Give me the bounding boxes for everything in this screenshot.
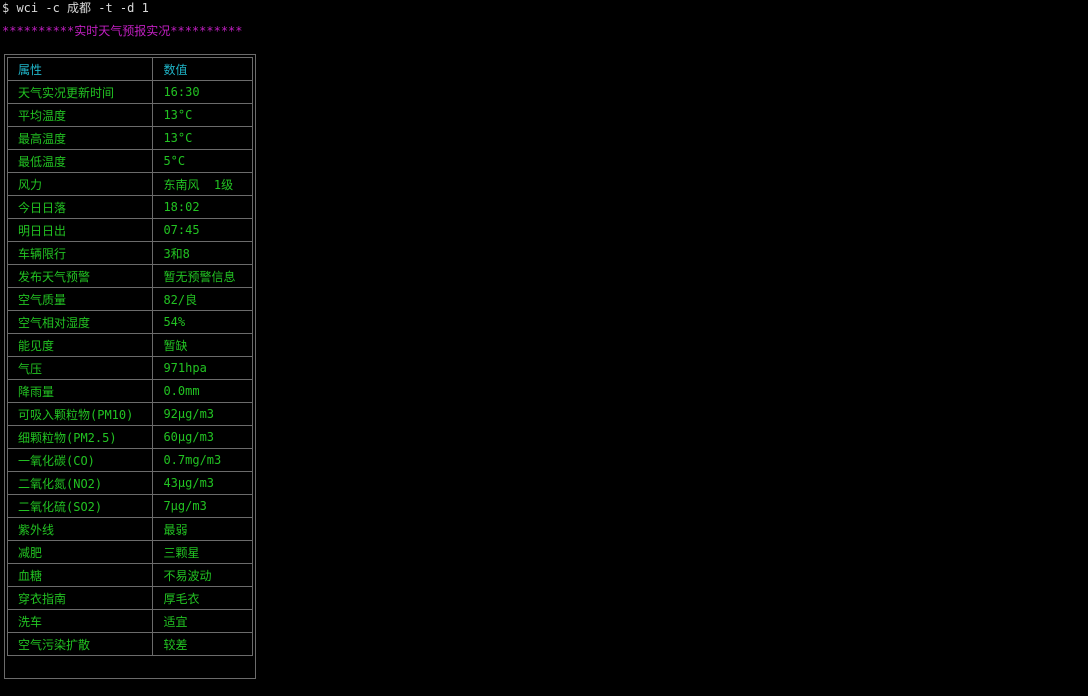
row-value: 54% xyxy=(152,310,253,334)
table-row: 紫外线 最弱 xyxy=(6,517,253,541)
row-value: 东南风 1级 xyxy=(152,172,253,196)
row-value: 92μg/m3 xyxy=(152,402,253,426)
row-attribute: 能见度 xyxy=(6,333,154,357)
row-value: 暂无预警信息 xyxy=(152,264,253,288)
table-row: 明日日出 07:45 xyxy=(6,218,253,242)
table-row: 空气相对湿度 54% xyxy=(6,310,253,334)
row-value: 7μg/m3 xyxy=(152,494,253,518)
table-row: 空气质量 82/良 xyxy=(6,287,253,311)
row-attribute: 空气相对湿度 xyxy=(6,310,154,334)
row-value: 三颗星 xyxy=(152,540,253,564)
table-row: 血糖 不易波动 xyxy=(6,563,253,587)
row-attribute: 发布天气预警 xyxy=(6,264,154,288)
row-attribute: 可吸入颗粒物(PM10) xyxy=(6,402,154,426)
row-value: 0.0mm xyxy=(152,379,253,403)
row-attribute: 今日日落 xyxy=(6,195,154,219)
row-value: 18:02 xyxy=(152,195,253,219)
table-row: 能见度 暂缺 xyxy=(6,333,253,357)
weather-table: 属性 数值 天气实况更新时间 16:30 平均温度 13°C 最高温度 13°C 最低温度 5… xyxy=(6,57,253,656)
table-row: 一氧化碳(CO) 0.7mg/m3 xyxy=(6,448,253,472)
table-row: 最高温度 13°C xyxy=(6,126,253,150)
row-attribute: 空气污染扩散 xyxy=(6,632,154,656)
table-row: 气压 971hpa xyxy=(6,356,253,380)
row-attribute: 降雨量 xyxy=(6,379,154,403)
row-value: 厚毛衣 xyxy=(152,586,253,610)
row-value: 适宜 xyxy=(152,609,253,633)
row-attribute: 气压 xyxy=(6,356,154,380)
row-attribute: 明日日出 xyxy=(6,218,154,242)
row-attribute: 细颗粒物(PM2.5) xyxy=(6,425,154,449)
table-row: 发布天气预警 暂无预警信息 xyxy=(6,264,253,288)
table-row: 降雨量 0.0mm xyxy=(6,379,253,403)
row-value: 43μg/m3 xyxy=(152,471,253,495)
row-attribute: 最低温度 xyxy=(6,149,154,173)
row-attribute: 车辆限行 xyxy=(6,241,154,265)
row-value: 0.7mg/m3 xyxy=(152,448,253,472)
row-value: 5°C xyxy=(152,149,253,173)
command-line: $ wci -c 成都 -t -d 1 xyxy=(2,1,149,15)
table-row: 二氧化氮(NO2) 43μg/m3 xyxy=(6,471,253,495)
column-header-value: 数值 xyxy=(152,57,253,81)
table-row: 最低温度 5°C xyxy=(6,149,253,173)
table-row: 空气污染扩散 较差 xyxy=(6,632,253,656)
row-attribute: 血糖 xyxy=(6,563,154,587)
row-value: 最弱 xyxy=(152,517,253,541)
table-header-row: 属性 数值 xyxy=(6,57,253,81)
table-row: 今日日落 18:02 xyxy=(6,195,253,219)
row-attribute: 二氧化氮(NO2) xyxy=(6,471,154,495)
row-value: 60μg/m3 xyxy=(152,425,253,449)
terminal-window[interactable]: $ wci -c 成都 -t -d 1 **********实时天气预报实况**… xyxy=(0,0,1088,696)
table-row: 平均温度 13°C xyxy=(6,103,253,127)
table-row: 细颗粒物(PM2.5) 60μg/m3 xyxy=(6,425,253,449)
row-attribute: 穿衣指南 xyxy=(6,586,154,610)
row-value: 82/良 xyxy=(152,287,253,311)
row-value: 971hpa xyxy=(152,356,253,380)
row-attribute: 一氧化碳(CO) xyxy=(6,448,154,472)
row-value: 较差 xyxy=(152,632,253,656)
row-value: 不易波动 xyxy=(152,563,253,587)
row-attribute: 风力 xyxy=(6,172,154,196)
table-row: 二氧化硫(SO2) 7μg/m3 xyxy=(6,494,253,518)
output-banner: **********实时天气预报实况********** xyxy=(2,24,243,38)
row-value: 16:30 xyxy=(152,80,253,104)
row-attribute: 最高温度 xyxy=(6,126,154,150)
row-attribute: 空气质量 xyxy=(6,287,154,311)
row-attribute: 平均温度 xyxy=(6,103,154,127)
row-attribute: 洗车 xyxy=(6,609,154,633)
table-row: 穿衣指南 厚毛衣 xyxy=(6,586,253,610)
row-attribute: 天气实况更新时间 xyxy=(6,80,154,104)
weather-table-frame: 属性 数值 天气实况更新时间 16:30 平均温度 13°C 最高温度 13°C 最低温度 5… xyxy=(4,54,256,679)
table-row: 天气实况更新时间 16:30 xyxy=(6,80,253,104)
table-row: 风力 东南风 1级 xyxy=(6,172,253,196)
table-row: 可吸入颗粒物(PM10) 92μg/m3 xyxy=(6,402,253,426)
row-value: 13°C xyxy=(152,126,253,150)
row-value: 3和8 xyxy=(152,241,253,265)
table-row: 减肥 三颗星 xyxy=(6,540,253,564)
table-row: 车辆限行 3和8 xyxy=(6,241,253,265)
row-attribute: 减肥 xyxy=(6,540,154,564)
row-value: 暂缺 xyxy=(152,333,253,357)
row-attribute: 二氧化硫(SO2) xyxy=(6,494,154,518)
column-header-attribute: 属性 xyxy=(6,57,154,81)
table-row: 洗车 适宜 xyxy=(6,609,253,633)
row-value: 13°C xyxy=(152,103,253,127)
row-attribute: 紫外线 xyxy=(6,517,154,541)
row-value: 07:45 xyxy=(152,218,253,242)
